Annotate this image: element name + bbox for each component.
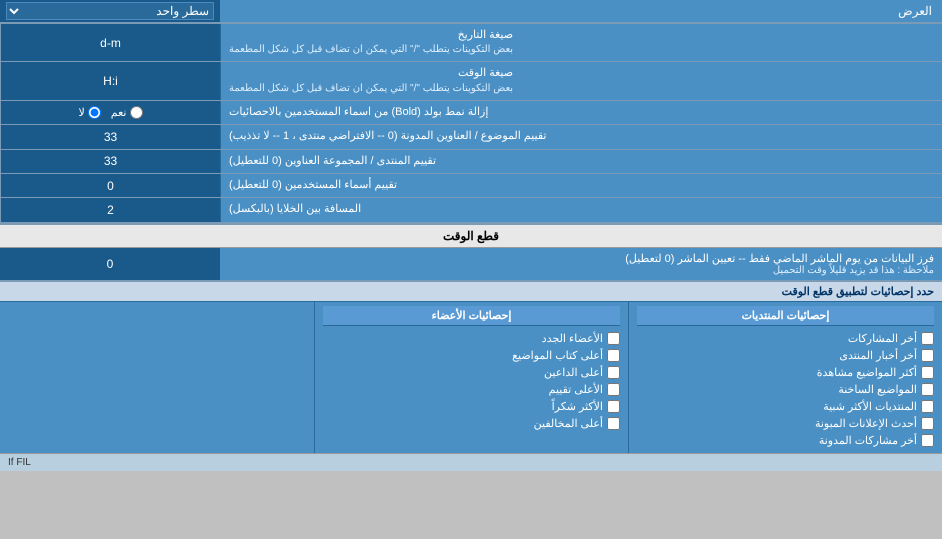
cb-item-2: أخر أخبار المنتدى	[637, 347, 934, 364]
bold-option-yes[interactable]: نعم	[111, 106, 143, 119]
time-slice-section-title: قطع الوقت	[0, 223, 942, 248]
cb-item-m6: أعلى المخالفين	[323, 415, 620, 432]
topics-order-input[interactable]: 33	[7, 130, 214, 144]
bold-radio-group: نعم لا	[71, 104, 151, 121]
time-format-input-area: H:i	[0, 62, 220, 99]
cb-m3[interactable]	[607, 366, 620, 379]
cb-item-m4: الأعلى تقييم	[323, 381, 620, 398]
topics-order-row: تقييم الموضوع / العناوين المدونة (0 -- ا…	[0, 125, 942, 149]
cb-1[interactable]	[921, 332, 934, 345]
cb-m4[interactable]	[607, 383, 620, 396]
bold-remove-options: نعم لا	[0, 101, 220, 124]
cb-item-m3: أعلى الداعين	[323, 364, 620, 381]
forum-order-input[interactable]: 33	[7, 154, 214, 168]
bold-option-no[interactable]: لا	[79, 106, 101, 119]
cb-m2[interactable]	[607, 349, 620, 362]
date-format-input[interactable]: d-m	[7, 36, 214, 50]
main-container: العرض سطر واحد سطرين ثلاثة أسطر صيغة الت…	[0, 0, 942, 471]
footer-text: If FIL	[8, 457, 31, 468]
cb-7[interactable]	[921, 434, 934, 447]
forum-order-row: تقييم المنتدى / المجموعة العناوين (0 للت…	[0, 150, 942, 174]
cb-6[interactable]	[921, 417, 934, 430]
users-order-input-area: 0	[0, 174, 220, 197]
limit-bar: حدد إحصائيات لتطبيق قطع الوقت	[0, 281, 942, 301]
time-slice-title: فرز البيانات من يوم الماشر الماضي فقط --…	[228, 252, 934, 265]
cb-2[interactable]	[921, 349, 934, 362]
time-slice-input[interactable]: 0	[6, 257, 214, 271]
space-between-label: المسافة بين الخلايا (بالبكسل)	[220, 198, 942, 221]
cb-item-m1: الأعضاء الجدد	[323, 330, 620, 347]
bold-remove-row: إزالة نمط بولد (Bold) من اسماء المستخدمي…	[0, 101, 942, 125]
cb-item-1: أخر المشاركات	[637, 330, 934, 347]
limit-label: حدد إحصائيات لتطبيق قطع الوقت	[782, 285, 934, 298]
bold-radio-yes[interactable]	[130, 106, 143, 119]
bold-radio-no[interactable]	[88, 106, 101, 119]
time-slice-row: فرز البيانات من يوم الماشر الماضي فقط --…	[0, 248, 942, 281]
time-format-note: بعض التكوينات يتطلب "/" التي يمكن ان تضا…	[229, 82, 513, 96]
cb-m1[interactable]	[607, 332, 620, 345]
time-slice-note: ملاحظة : هذا قد يزيد قليلاً وقت التحميل	[228, 265, 934, 276]
cb-members-header: إحصائيات الأعضاء	[323, 306, 620, 326]
bold-remove-label: إزالة نمط بولد (Bold) من اسماء المستخدمي…	[220, 101, 942, 124]
cb-col-empty	[0, 302, 314, 453]
time-format-label: صيغة الوقت بعض التكوينات يتطلب "/" التي …	[220, 62, 942, 99]
display-row: العرض سطر واحد سطرين ثلاثة أسطر	[0, 0, 942, 24]
forum-order-input-area: 33	[0, 150, 220, 173]
date-format-label: صيغة التاريخ بعض التكوينات يتطلب "/" الت…	[220, 24, 942, 61]
users-order-label: تقييم أسماء المستخدمين (0 للتعطيل)	[220, 174, 942, 197]
users-order-row: تقييم أسماء المستخدمين (0 للتعطيل) 0	[0, 174, 942, 198]
cb-item-7: أخر مشاركات المدونة	[637, 432, 934, 449]
date-format-input-area: d-m	[0, 24, 220, 61]
checkboxes-section: إحصائيات المنتديات أخر المشاركات أخر أخب…	[0, 301, 942, 453]
display-select-area: سطر واحد سطرين ثلاثة أسطر	[0, 0, 220, 22]
time-format-title: صيغة الوقت	[229, 66, 513, 81]
topics-order-input-area: 33	[0, 125, 220, 148]
cb-item-6: أحدث الإعلانات المبونة	[637, 415, 934, 432]
forum-order-label: تقييم المنتدى / المجموعة العناوين (0 للت…	[220, 150, 942, 173]
cb-item-m5: الأكثر شكراً	[323, 398, 620, 415]
bold-yes-label: نعم	[111, 106, 127, 119]
date-format-note: بعض التكوينات يتطلب "/" التي يمكن ان تضا…	[229, 43, 513, 57]
cb-m6[interactable]	[607, 417, 620, 430]
cb-col-members: إحصائيات الأعضاء الأعضاء الجدد أعلى كتاب…	[314, 302, 628, 453]
space-between-input[interactable]: 2	[7, 203, 214, 217]
cb-item-5: المنتديات الأكثر شبية	[637, 398, 934, 415]
date-format-row: صيغة التاريخ بعض التكوينات يتطلب "/" الت…	[0, 24, 942, 62]
cb-item-4: المواضيع الساخنة	[637, 381, 934, 398]
cb-columns: إحصائيات المنتديات أخر المشاركات أخر أخب…	[0, 302, 942, 453]
cb-col-forums: إحصائيات المنتديات أخر المشاركات أخر أخب…	[628, 302, 942, 453]
date-format-title: صيغة التاريخ	[229, 28, 513, 43]
cb-item-m2: أعلى كتاب المواضيع	[323, 347, 620, 364]
topics-order-label: تقييم الموضوع / العناوين المدونة (0 -- ا…	[220, 125, 942, 148]
cb-5[interactable]	[921, 400, 934, 413]
cb-forums-header: إحصائيات المنتديات	[637, 306, 934, 326]
display-select[interactable]: سطر واحد سطرين ثلاثة أسطر	[6, 2, 214, 20]
cb-4[interactable]	[921, 383, 934, 396]
cb-item-3: أكثر المواضيع مشاهدة	[637, 364, 934, 381]
space-between-row: المسافة بين الخلايا (بالبكسل) 2	[0, 198, 942, 222]
time-slice-label: فرز البيانات من يوم الماشر الماضي فقط --…	[220, 248, 942, 280]
cb-3[interactable]	[921, 366, 934, 379]
footer: If FIL	[0, 453, 942, 471]
time-format-input[interactable]: H:i	[7, 74, 214, 88]
time-slice-input-area: 0	[0, 248, 220, 280]
time-format-row: صيغة الوقت بعض التكوينات يتطلب "/" التي …	[0, 62, 942, 100]
users-order-input[interactable]: 0	[7, 179, 214, 193]
space-between-input-area: 2	[0, 198, 220, 221]
cb-m5[interactable]	[607, 400, 620, 413]
bold-no-label: لا	[79, 106, 85, 119]
display-label: العرض	[220, 0, 942, 22]
